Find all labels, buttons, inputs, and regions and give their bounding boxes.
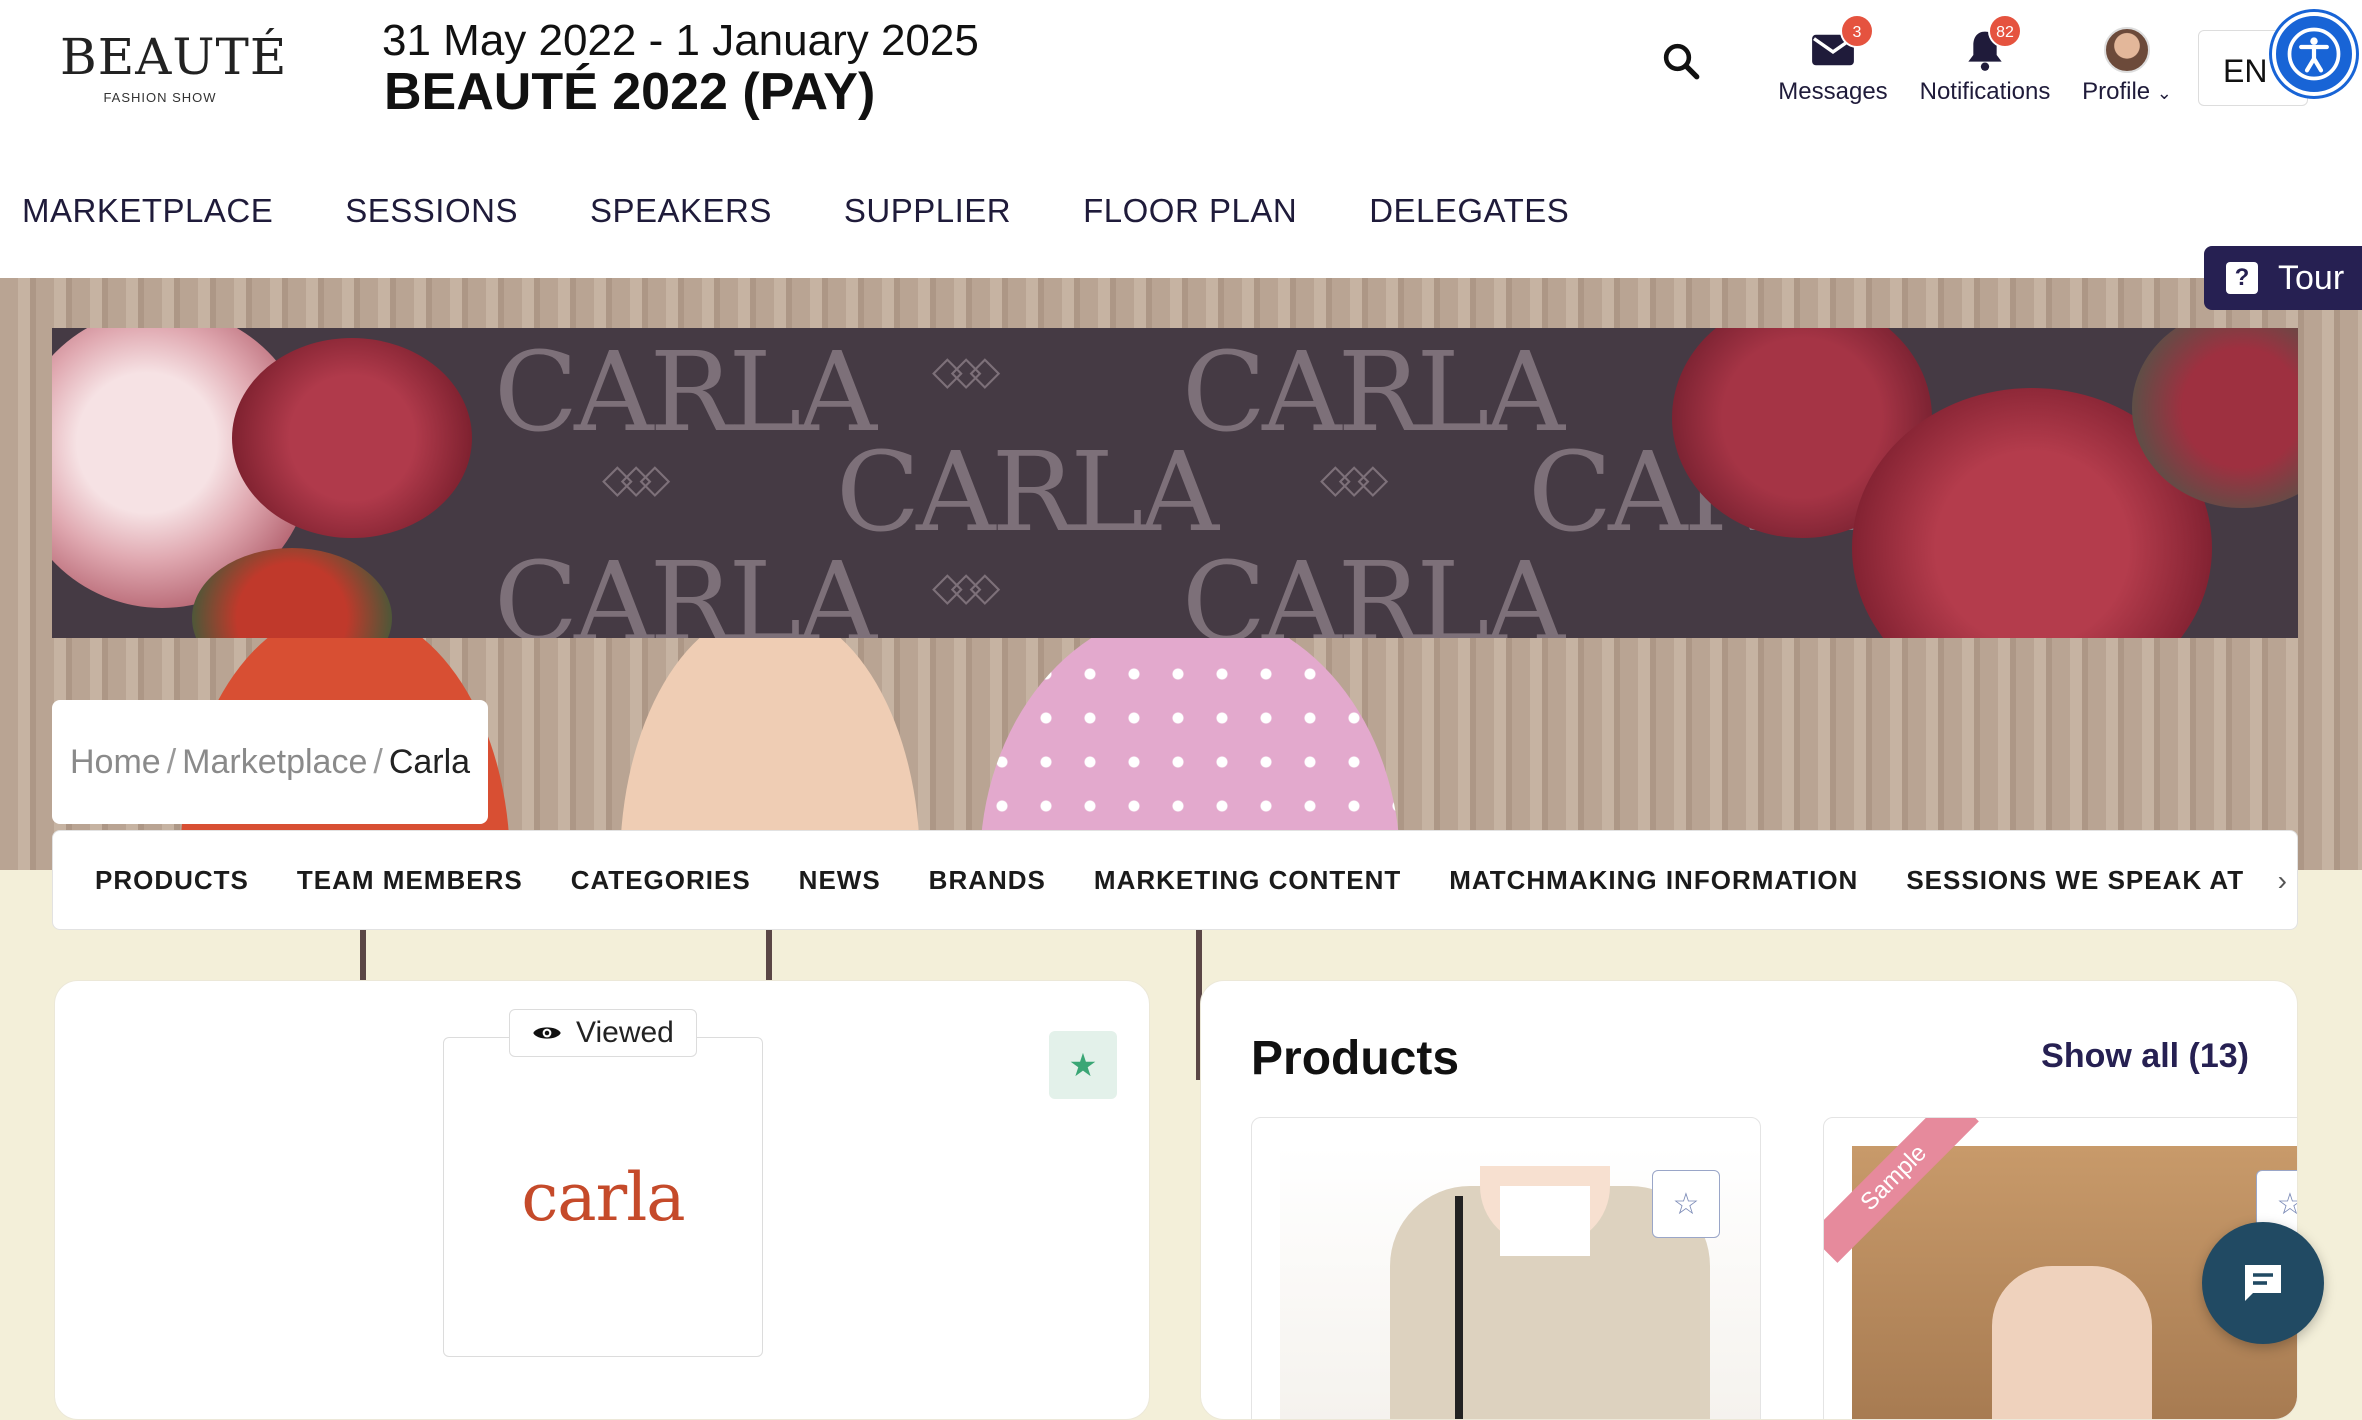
banner-watermark: CARLA [1182,328,1565,456]
chat-button[interactable] [2202,1222,2324,1344]
flower-illustration [232,338,472,538]
diamond-ornament-icon: ◇◇◇ [602,457,670,501]
breadcrumb-marketplace[interactable]: Marketplace [182,743,367,782]
product-card[interactable]: ☆ [1251,1117,1761,1419]
top-header: BEAUTÉ FASHION SHOW 31 May 2022 - 1 Janu… [0,0,2362,278]
tour-button[interactable]: ? Tour [2204,246,2362,310]
event-dates: 31 May 2022 - 1 January 2025 [382,16,979,65]
tab-brands[interactable]: BRANDS [929,865,1046,896]
profile-label: Profile [2082,78,2151,105]
exhibitor-banner: CARLA CARLA CARLA CARLA CARLA CARLA ◇◇◇ … [52,328,2298,638]
exhibitor-tabs: PRODUCTS TEAM MEMBERS CATEGORIES NEWS BR… [52,830,2298,930]
banner-watermark: CARLA [1182,538,1565,638]
search-button[interactable] [1660,40,1710,90]
tab-news[interactable]: NEWS [799,865,881,896]
products-title: Products [1251,1032,1460,1085]
product-favorite-button[interactable]: ☆ [1652,1170,1720,1238]
nav-supplier[interactable]: SUPPLIER [844,192,1011,230]
viewed-label: Viewed [576,1016,674,1049]
favorite-button[interactable]: ★ [1049,1031,1117,1099]
star-outline-icon: ☆ [1672,1187,1700,1221]
nav-marketplace[interactable]: MARKETPLACE [22,192,273,230]
show-all-products-link[interactable]: Show all (13) [2041,1037,2249,1076]
breadcrumb-home[interactable]: Home [70,743,161,782]
messages-count-badge: 3 [1840,14,1874,48]
chat-bubble-icon [2245,1265,2281,1301]
event-title: BEAUTÉ 2022 (PAY) [384,63,876,121]
tab-team-members[interactable]: TEAM MEMBERS [297,865,523,896]
accessibility-icon [2287,27,2341,81]
banner-watermark: CARLA [836,428,1219,556]
notifications-button[interactable]: 82 Notifications [1900,14,2070,106]
main-nav: MARKETPLACE SESSIONS SPEAKERS SUPPLIER F… [22,192,1641,230]
products-card: Products Show all (13) ☆ Sample ☆ [1200,980,2298,1420]
company-card: Viewed carla ★ [54,980,1150,1420]
nav-delegates[interactable]: DELEGATES [1369,192,1569,230]
star-outline-icon: ☆ [2277,1187,2297,1222]
breadcrumb-current: Carla [388,742,471,781]
company-logo: carla [443,1037,763,1357]
logo-wordmark: BEAUTÉ [60,28,288,86]
help-icon: ? [2226,262,2258,294]
banner-watermark: CARLA [494,328,877,456]
avatar [2104,27,2150,73]
breadcrumb-separator: / [373,742,383,781]
notifications-count-badge: 82 [1988,14,2022,48]
banner-watermark: CARLA [494,538,877,638]
tab-sessions-we-speak-at[interactable]: SESSIONS WE SPEAK AT [1906,865,2244,896]
star-icon: ★ [1068,1047,1098,1083]
chevron-right-icon[interactable]: › [2271,865,2287,897]
tour-label: Tour [2278,258,2345,297]
diamond-ornament-icon: ◇◇◇ [1320,457,1388,501]
event-logo[interactable]: BEAUTÉ FASHION SHOW [60,28,288,118]
messages-button[interactable]: 3 Messages [1768,14,1898,106]
tab-matchmaking-information[interactable]: MATCHMAKING INFORMATION [1449,865,1858,896]
viewed-badge: Viewed [509,1009,697,1057]
nav-floor-plan[interactable]: FLOOR PLAN [1083,192,1297,230]
lamp-cord-decoration [766,930,772,980]
nav-speakers[interactable]: SPEAKERS [590,192,772,230]
company-logo-text: carla [521,1158,685,1236]
profile-menu[interactable]: Profile ⌄ [2072,22,2182,106]
breadcrumb: Home / Marketplace / Carla [52,700,489,824]
tab-marketing-content[interactable]: MARKETING CONTENT [1094,865,1401,896]
eye-icon [533,1027,561,1039]
breadcrumb-separator: / [166,742,177,781]
accessibility-button[interactable] [2272,12,2356,96]
lamp-cord-decoration [360,930,366,980]
nav-sessions[interactable]: SESSIONS [345,192,518,230]
messages-label: Messages [1778,78,1888,105]
search-icon [1663,43,1700,80]
diamond-ornament-icon: ◇◇◇ [932,565,1000,609]
logo-subtitle: FASHION SHOW [103,90,217,105]
diamond-ornament-icon: ◇◇◇ [932,349,1000,393]
tab-categories[interactable]: CATEGORIES [571,865,751,896]
tab-products[interactable]: PRODUCTS [95,865,249,896]
chevron-down-icon: ⌄ [2156,83,2172,103]
notifications-label: Notifications [1919,78,2051,105]
